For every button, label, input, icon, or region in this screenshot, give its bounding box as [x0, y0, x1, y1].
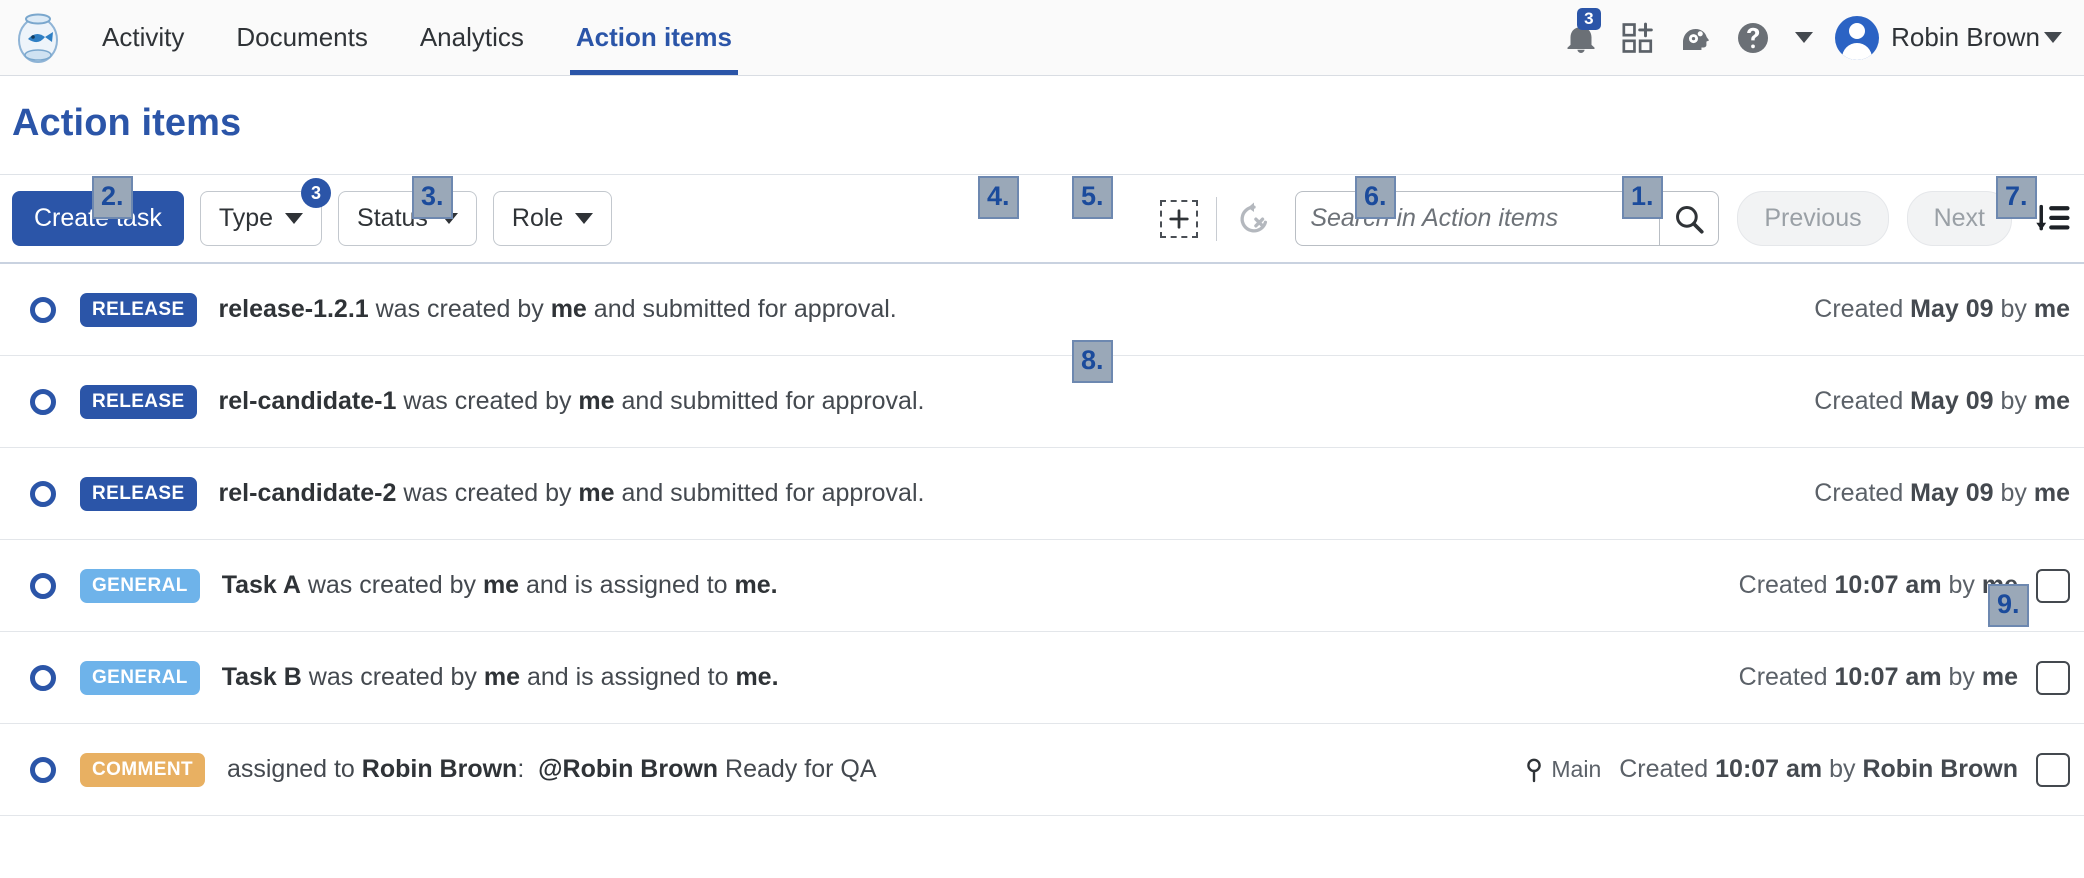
- head-with-gears-icon: [1683, 28, 1710, 50]
- item-meta: Created May 09 by me: [1814, 479, 2070, 508]
- assistant-button[interactable]: [1677, 20, 1713, 56]
- action-items-list: RELEASE release-1.2.1 was created by me a…: [0, 262, 2084, 816]
- action-item-row[interactable]: RELEASE release-1.2.1 was created by me a…: [0, 264, 2084, 356]
- reset-filters-icon: [1240, 202, 1268, 232]
- user-name-label: Robin Brown: [1891, 22, 2040, 52]
- item-description: Task A was created by me and is assigned…: [221, 571, 778, 599]
- question-mark-icon: [1738, 22, 1769, 53]
- chevron-down-icon: [285, 213, 304, 224]
- item-location-label: Main: [1551, 756, 1602, 782]
- action-item-row[interactable]: RELEASE rel-candidate-2 was created by me…: [0, 448, 2084, 540]
- help-button[interactable]: [1735, 20, 1771, 56]
- nav-utility-area: 3 Robin Brown: [1563, 0, 2084, 75]
- add-app-grid-icon: [1622, 22, 1653, 53]
- item-meta: Created 10:07 am by me: [1738, 660, 2070, 695]
- item-type-badge: RELEASE: [80, 476, 197, 511]
- type-filter-dropdown[interactable]: Type 3: [199, 178, 332, 246]
- item-created-meta: Created 10:07 am by me: [1738, 571, 2018, 599]
- type-filter-label: Type: [218, 204, 274, 232]
- nav-tab-analytics-label: Analytics: [419, 22, 524, 52]
- open-circle-icon[interactable]: [30, 572, 56, 599]
- reset-filters-button[interactable]: [1235, 200, 1273, 238]
- app-logo[interactable]: [0, 0, 76, 75]
- item-created-meta: Created 10:07 am by Robin Brown: [1619, 755, 2018, 783]
- nav-tab-analytics[interactable]: Analytics: [394, 0, 550, 75]
- open-circle-icon[interactable]: [30, 480, 56, 507]
- item-description: assigned to Robin Brown: @Robin Brown Re…: [226, 755, 877, 783]
- item-complete-checkbox[interactable]: [2036, 752, 2070, 787]
- open-circle-icon[interactable]: [30, 388, 56, 415]
- action-item-row[interactable]: GENERAL Task B was created by me and is a…: [0, 632, 2084, 724]
- role-filter-dropdown[interactable]: Role: [492, 191, 613, 246]
- chevron-down-icon: [439, 213, 458, 224]
- item-created-meta: Created May 09 by me: [1814, 387, 2070, 415]
- location-pin-icon: [1527, 758, 1542, 782]
- action-items-toolbar: Create task Type 3 Status Role Search in…: [0, 175, 2084, 262]
- item-type-badge: RELEASE: [80, 384, 197, 419]
- item-complete-checkbox[interactable]: [2036, 660, 2070, 695]
- nav-tab-documents[interactable]: Documents: [210, 0, 394, 75]
- notifications-button[interactable]: 3: [1563, 7, 1601, 56]
- action-item-row[interactable]: RELEASE rel-candidate-1 was created by me…: [0, 356, 2084, 448]
- item-created-meta: Created May 09 by me: [1814, 479, 2070, 507]
- next-page-button[interactable]: Next: [1906, 191, 2012, 246]
- item-description: Task B was created by me and is assigned…: [221, 663, 779, 691]
- magnifier-icon: [1676, 205, 1704, 234]
- nav-tab-activity[interactable]: Activity: [76, 0, 210, 75]
- type-filter-badge: 3: [301, 178, 332, 208]
- add-filter-button[interactable]: [1160, 199, 1199, 238]
- item-location: Main: [1524, 756, 1601, 783]
- open-circle-icon[interactable]: [30, 664, 56, 691]
- user-menu-button[interactable]: Robin Brown: [1835, 15, 2062, 60]
- item-description: rel-candidate-2 was created by me and su…: [218, 479, 925, 507]
- item-meta: Main Created 10:07 am by Robin Brown: [1524, 752, 2070, 787]
- search-area: [1295, 191, 1720, 246]
- sort-descending-icon: [2036, 204, 2070, 230]
- search-input[interactable]: [1295, 191, 1660, 246]
- item-type-badge: COMMENT: [80, 752, 205, 787]
- nav-tab-list: Activity Documents Analytics Action item…: [76, 0, 758, 75]
- nav-tab-action-items-label: Action items: [575, 22, 732, 52]
- page-title: Action items: [12, 102, 242, 144]
- nav-tab-action-items[interactable]: Action items: [550, 0, 758, 75]
- item-meta: Created May 09 by me: [1814, 387, 2070, 416]
- toolbar-separator: [1216, 196, 1218, 241]
- status-filter-dropdown[interactable]: Status: [338, 191, 477, 246]
- add-app-button[interactable]: [1621, 21, 1655, 55]
- item-meta: Created May 09 by me: [1814, 295, 2070, 324]
- item-type-badge: GENERAL: [80, 660, 200, 695]
- open-circle-icon[interactable]: [30, 296, 56, 323]
- nav-tab-documents-label: Documents: [236, 22, 368, 52]
- notifications-badge: 3: [1577, 7, 1601, 31]
- dashed-plus-icon: [1169, 208, 1189, 229]
- item-type-badge: RELEASE: [80, 292, 197, 327]
- sort-button[interactable]: [2034, 203, 2070, 235]
- item-type-badge: GENERAL: [80, 568, 200, 603]
- item-description: release-1.2.1 was created by me and subm…: [218, 295, 897, 323]
- nav-tab-activity-label: Activity: [102, 22, 185, 52]
- user-avatar-icon: [1835, 15, 1880, 60]
- fish-in-jar-logo-icon: [18, 13, 58, 63]
- chevron-down-icon: [575, 213, 594, 224]
- help-chevron-down-icon[interactable]: [1795, 32, 1814, 43]
- status-filter-label: Status: [357, 204, 428, 232]
- item-meta: Created 10:07 am by me: [1738, 568, 2070, 603]
- search-submit-button[interactable]: [1659, 191, 1720, 246]
- item-created-meta: Created 10:07 am by me: [1738, 663, 2018, 691]
- action-item-row[interactable]: GENERAL Task A was created by me and is a…: [0, 540, 2084, 632]
- item-created-meta: Created May 09 by me: [1814, 295, 2070, 323]
- open-circle-icon[interactable]: [30, 756, 56, 783]
- item-description: rel-candidate-1 was created by me and su…: [218, 387, 925, 415]
- user-chevron-down-icon[interactable]: [2044, 32, 2062, 43]
- item-complete-checkbox[interactable]: [2036, 568, 2070, 603]
- previous-page-button[interactable]: Previous: [1737, 191, 1889, 246]
- create-task-button[interactable]: Create task: [12, 191, 184, 246]
- top-navigation-bar: Activity Documents Analytics Action item…: [0, 0, 2084, 76]
- action-item-row[interactable]: COMMENT assigned to Robin Brown: @Robin B…: [0, 724, 2084, 816]
- role-filter-label: Role: [511, 204, 564, 232]
